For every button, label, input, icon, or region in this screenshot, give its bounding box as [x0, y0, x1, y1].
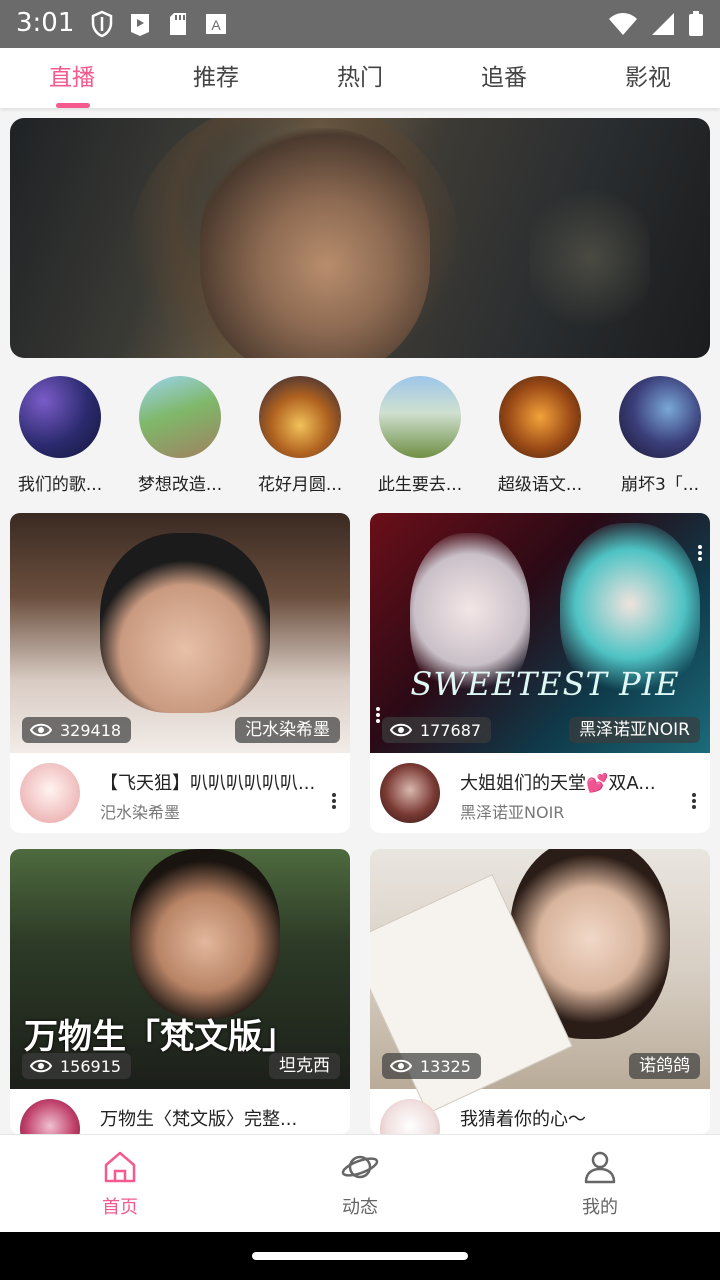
eye-icon [390, 1059, 412, 1073]
card-host: 汜水染希墨 [100, 803, 181, 822]
nav-mine-label: 我的 [582, 1197, 618, 1218]
eye-icon [390, 723, 412, 737]
view-count: 156915 [60, 1056, 122, 1076]
battery-icon [689, 11, 703, 36]
live-thumbnail: 329418 汜水染希墨 [10, 513, 350, 753]
status-bar: 3:01 A [0, 0, 720, 48]
tab-recommend[interactable]: 推荐 [144, 48, 288, 108]
live-card[interactable]: SWEETEST PIE 177687 黑泽诺亚NOIR 大姐姐们的天堂💕双A.… [370, 513, 710, 833]
banner-image[interactable] [10, 118, 710, 358]
play-store-icon [131, 14, 149, 36]
shield-icon [91, 10, 113, 38]
channel-label: 此生要去... [377, 475, 463, 495]
wifi-icon [609, 13, 637, 35]
home-icon [104, 1151, 136, 1183]
channel-label: 花好月圆... [257, 475, 343, 495]
channel-row: 我们的歌... 梦想改造... 花好月圆... 此生要去... 超级语文... … [0, 376, 720, 496]
channel-thumbnail [139, 376, 221, 458]
host-tag: 诺鸽鸽 [629, 1053, 700, 1079]
avatar[interactable] [380, 1099, 440, 1134]
system-nav-bar [0, 1232, 720, 1280]
host-tag: 汜水染希墨 [235, 717, 340, 743]
channel-item[interactable]: 此生要去... [360, 376, 480, 495]
host-tag: 黑泽诺亚NOIR [569, 717, 700, 743]
channel-item[interactable]: 崩坏3「... [600, 376, 720, 495]
host-tag: 坦克西 [269, 1053, 340, 1079]
avatar[interactable] [20, 1099, 80, 1134]
channel-thumbnail [499, 376, 581, 458]
thumbnail-caption: SWEETEST PIE [410, 665, 680, 703]
home-gesture-handle[interactable] [252, 1252, 468, 1260]
tab-live[interactable]: 直播 [0, 48, 144, 108]
live-card[interactable]: 13325 诺鸽鸽 我猜着你的心～ [370, 849, 710, 1134]
live-thumbnail: 万物生「梵文版」 156915 坦克西 [10, 849, 350, 1089]
svg-text:A: A [211, 17, 221, 33]
avatar[interactable] [380, 763, 440, 823]
eye-icon [30, 723, 52, 737]
cell-signal-icon [652, 13, 674, 35]
live-card[interactable]: 329418 汜水染希墨 【飞天狙】叭叭叭叭叭叭... 汜水染希墨 [10, 513, 350, 833]
channel-item[interactable]: 梦想改造... [120, 376, 240, 495]
channel-label: 我们的歌... [17, 475, 103, 495]
channel-thumbnail [259, 376, 341, 458]
status-time: 3:01 [16, 8, 75, 38]
view-count: 13325 [420, 1056, 471, 1076]
card-title: 【飞天狙】叭叭叭叭叭叭... [100, 773, 316, 794]
sd-card-icon [170, 13, 186, 35]
live-card[interactable]: 万物生「梵文版」 156915 坦克西 万物生〈梵文版〉完整... [10, 849, 350, 1134]
channel-item[interactable]: 我们的歌... [0, 376, 120, 495]
avatar[interactable] [20, 763, 80, 823]
channel-item[interactable]: 花好月圆... [240, 376, 360, 495]
view-count-badge: 13325 [382, 1053, 481, 1079]
view-count: 177687 [420, 720, 482, 740]
top-tabs: 直播 推荐 热门 追番 影视 [0, 48, 720, 108]
channel-thumbnail [619, 376, 701, 458]
planet-icon [341, 1155, 379, 1179]
card-host: 黑泽诺亚NOIR [460, 803, 565, 822]
card-title: 万物生〈梵文版〉完整... [100, 1109, 298, 1130]
card-title: 我猜着你的心～ [460, 1109, 586, 1130]
channel-label: 崩坏3「... [620, 475, 700, 495]
thumbnail-caption: 万物生「梵文版」 [24, 1017, 296, 1057]
channel-item[interactable]: 超级语文... [480, 376, 600, 495]
tab-movies[interactable]: 影视 [576, 48, 720, 108]
live-thumbnail: SWEETEST PIE 177687 黑泽诺亚NOIR [370, 513, 710, 753]
nav-dynamic[interactable]: 动态 [240, 1135, 480, 1232]
live-thumbnail: 13325 诺鸽鸽 [370, 849, 710, 1114]
more-options-icon[interactable] [690, 791, 698, 811]
channel-label: 超级语文... [497, 475, 583, 495]
nav-mine[interactable]: 我的 [480, 1135, 720, 1232]
channel-thumbnail [379, 376, 461, 458]
tab-anime[interactable]: 追番 [432, 48, 576, 108]
channel-label: 梦想改造... [137, 475, 223, 495]
tab-hot[interactable]: 热门 [288, 48, 432, 108]
view-count-badge: 177687 [382, 717, 492, 743]
more-options-icon[interactable] [330, 791, 338, 811]
nav-dynamic-label: 动态 [342, 1197, 378, 1218]
view-count: 329418 [60, 720, 122, 740]
more-options-icon[interactable] [696, 543, 704, 563]
more-options-icon[interactable] [374, 705, 382, 725]
bottom-nav: 首页 动态 我的 [0, 1134, 720, 1232]
person-icon [584, 1151, 616, 1184]
channel-thumbnail [19, 376, 101, 458]
nav-home[interactable]: 首页 [0, 1135, 240, 1232]
view-count-badge: 156915 [22, 1053, 132, 1079]
eye-icon [30, 1059, 52, 1073]
nav-home-label: 首页 [102, 1197, 138, 1218]
font-icon: A [206, 14, 226, 34]
card-title: 大姐姐们的天堂💕双A... [460, 773, 656, 794]
view-count-badge: 329418 [22, 717, 132, 743]
